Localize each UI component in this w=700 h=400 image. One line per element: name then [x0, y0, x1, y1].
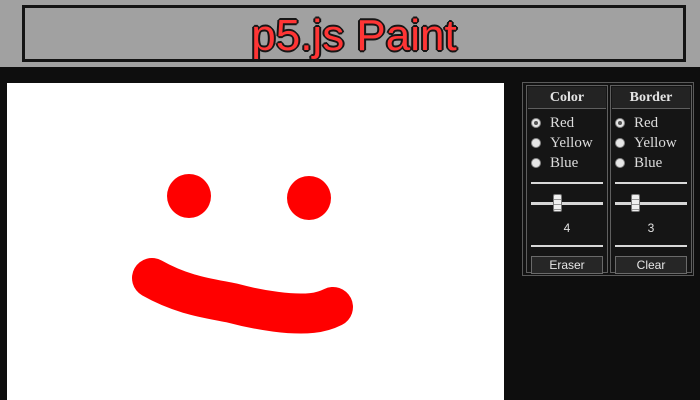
color-size-value: 4 [563, 221, 571, 235]
color-option-label: Blue [550, 154, 579, 171]
border-radio-blue[interactable] [615, 158, 625, 168]
divider [531, 182, 603, 184]
color-column-title: Color [528, 87, 606, 109]
color-radio-blue[interactable] [531, 158, 541, 168]
color-column: Color Red Yellow Blue 4 Eraser [526, 85, 608, 274]
divider [615, 182, 687, 184]
clear-button[interactable]: Clear [615, 256, 687, 274]
color-option-yellow[interactable]: Yellow [531, 133, 593, 153]
right-eye-dot [287, 176, 331, 220]
border-radio-yellow[interactable] [615, 138, 625, 148]
drawing-canvas[interactable] [7, 83, 504, 400]
color-option-blue[interactable]: Blue [531, 153, 593, 173]
title-banner: p5.js Paint [22, 5, 686, 62]
eraser-button[interactable]: Eraser [531, 256, 603, 274]
border-option-blue[interactable]: Blue [615, 153, 677, 173]
mouth-stroke [132, 258, 353, 334]
color-options: Red Yellow Blue [531, 113, 593, 173]
color-option-label: Red [550, 114, 575, 131]
border-option-red[interactable]: Red [615, 113, 677, 133]
color-radio-yellow[interactable] [531, 138, 541, 148]
border-size-value: 3 [647, 221, 655, 235]
left-eye-dot [167, 174, 211, 218]
divider [615, 245, 687, 247]
color-option-red[interactable]: Red [531, 113, 593, 133]
slider-track [531, 202, 603, 205]
color-radio-red[interactable] [531, 118, 541, 128]
header-bar: p5.js Paint [0, 0, 700, 67]
border-column-title: Border [612, 87, 690, 109]
border-size-slider[interactable] [615, 194, 687, 214]
color-option-label: Yellow [550, 134, 593, 151]
border-option-label: Yellow [634, 134, 677, 151]
border-column: Border Red Yellow Blue 3 Clear [610, 85, 692, 274]
slider-track [615, 202, 687, 205]
slider-thumb[interactable] [631, 194, 640, 212]
slider-thumb[interactable] [553, 194, 562, 212]
border-option-label: Blue [634, 154, 663, 171]
controls-panel: Color Red Yellow Blue 4 Eraser Border Re… [522, 82, 694, 276]
canvas-drawing [132, 174, 353, 334]
border-option-yellow[interactable]: Yellow [615, 133, 677, 153]
divider [531, 245, 603, 247]
border-option-label: Red [634, 114, 659, 131]
color-size-slider[interactable] [531, 194, 603, 214]
app-title: p5.js Paint [251, 11, 457, 60]
border-radio-red[interactable] [615, 118, 625, 128]
border-options: Red Yellow Blue [615, 113, 677, 173]
